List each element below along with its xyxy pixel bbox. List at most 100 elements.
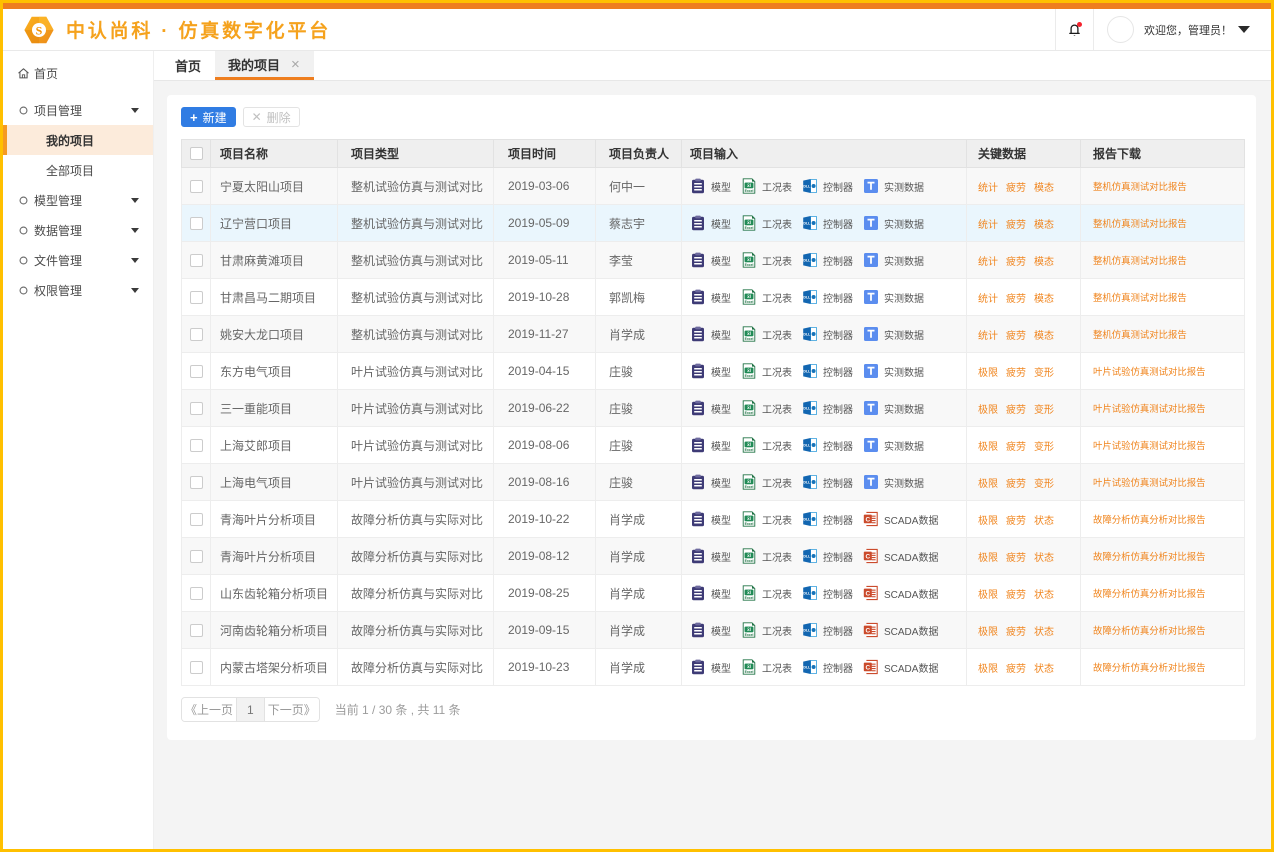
project-input-excel[interactable]: 工况表 — [741, 363, 792, 379]
project-input-dll[interactable]: 控制器 — [802, 215, 853, 231]
project-input-excel[interactable]: 工况表 — [741, 585, 792, 601]
key-data-link[interactable]: 状态 — [1034, 516, 1054, 527]
project-input-dll[interactable]: 控制器 — [802, 326, 853, 342]
key-data-link[interactable]: 疲劳 — [1006, 183, 1026, 194]
report-download-link[interactable]: 叶片试验仿真测试对比报告 — [1093, 403, 1206, 414]
project-input-model[interactable]: 模型 — [690, 326, 731, 342]
key-data-link[interactable]: 模态 — [1034, 294, 1054, 305]
key-data-link[interactable]: 状态 — [1034, 627, 1054, 638]
report-download-link[interactable]: 故障分析仿真分析对比报告 — [1093, 588, 1206, 599]
avatar[interactable] — [1107, 16, 1134, 43]
project-input-measured[interactable]: 实测数据 — [863, 178, 924, 194]
key-data-link[interactable]: 疲劳 — [1006, 220, 1026, 231]
report-download-link[interactable]: 整机仿真测试对比报告 — [1093, 218, 1187, 229]
project-input-dll[interactable]: 控制器 — [802, 178, 853, 194]
project-input-model[interactable]: 模型 — [690, 585, 731, 601]
row-checkbox[interactable] — [190, 550, 203, 563]
report-download-link[interactable]: 叶片试验仿真测试对比报告 — [1093, 477, 1206, 488]
project-input-measured[interactable]: 实测数据 — [863, 474, 924, 490]
row-checkbox[interactable] — [190, 661, 203, 674]
row-checkbox[interactable] — [190, 513, 203, 526]
project-input-dll[interactable]: 控制器 — [802, 437, 853, 453]
report-download-link[interactable]: 整机仿真测试对比报告 — [1093, 329, 1187, 340]
key-data-link[interactable]: 极限 — [978, 368, 998, 379]
row-checkbox[interactable] — [190, 587, 203, 600]
project-input-excel[interactable]: 工况表 — [741, 437, 792, 453]
key-data-link[interactable]: 疲劳 — [1006, 405, 1026, 416]
project-input-model[interactable]: 模型 — [690, 363, 731, 379]
project-input-measured[interactable]: 实测数据 — [863, 289, 924, 305]
project-input-model[interactable]: 模型 — [690, 252, 731, 268]
key-data-link[interactable]: 极限 — [978, 405, 998, 416]
key-data-link[interactable]: 疲劳 — [1006, 331, 1026, 342]
project-input-dll[interactable]: 控制器 — [802, 363, 853, 379]
key-data-link[interactable]: 变形 — [1034, 442, 1054, 453]
key-data-link[interactable]: 极限 — [978, 664, 998, 675]
project-input-dll[interactable]: 控制器 — [802, 585, 853, 601]
sidebar-subitem-1-1[interactable]: 全部项目 — [3, 155, 153, 185]
tab-1[interactable]: 我的项目× — [215, 51, 314, 80]
notifications-button[interactable] — [1055, 9, 1094, 50]
key-data-link[interactable]: 模态 — [1034, 257, 1054, 268]
row-checkbox[interactable] — [190, 365, 203, 378]
key-data-link[interactable]: 疲劳 — [1006, 442, 1026, 453]
delete-button[interactable]: ✕ 删除 — [243, 107, 300, 127]
project-input-scada[interactable]: SCADA数据 — [863, 511, 938, 527]
report-download-link[interactable]: 叶片试验仿真测试对比报告 — [1093, 440, 1206, 451]
key-data-link[interactable]: 模态 — [1034, 183, 1054, 194]
key-data-link[interactable]: 疲劳 — [1006, 368, 1026, 379]
project-input-dll[interactable]: 控制器 — [802, 474, 853, 490]
project-input-excel[interactable]: 工况表 — [741, 659, 792, 675]
project-input-model[interactable]: 模型 — [690, 437, 731, 453]
project-input-model[interactable]: 模型 — [690, 474, 731, 490]
project-input-model[interactable]: 模型 — [690, 548, 731, 564]
project-input-dll[interactable]: 控制器 — [802, 289, 853, 305]
project-input-scada[interactable]: SCADA数据 — [863, 548, 938, 564]
key-data-link[interactable]: 统计 — [978, 183, 998, 194]
select-all-checkbox[interactable] — [190, 147, 203, 160]
key-data-link[interactable]: 统计 — [978, 257, 998, 268]
project-input-excel[interactable]: 工况表 — [741, 289, 792, 305]
key-data-link[interactable]: 极限 — [978, 479, 998, 490]
current-page-button[interactable]: 1 — [236, 698, 265, 721]
project-input-scada[interactable]: SCADA数据 — [863, 622, 938, 638]
project-input-measured[interactable]: 实测数据 — [863, 363, 924, 379]
key-data-link[interactable]: 疲劳 — [1006, 664, 1026, 675]
key-data-link[interactable]: 疲劳 — [1006, 479, 1026, 490]
report-download-link[interactable]: 故障分析仿真分析对比报告 — [1093, 551, 1206, 562]
project-input-excel[interactable]: 工况表 — [741, 474, 792, 490]
project-input-model[interactable]: 模型 — [690, 400, 731, 416]
tab-close-icon[interactable]: × — [291, 56, 300, 73]
project-input-model[interactable]: 模型 — [690, 289, 731, 305]
project-input-model[interactable]: 模型 — [690, 511, 731, 527]
project-input-excel[interactable]: 工况表 — [741, 252, 792, 268]
sidebar-item-2[interactable]: 模型管理 — [3, 185, 153, 215]
prev-page-button[interactable]: 《上一页 — [182, 698, 236, 721]
report-download-link[interactable]: 叶片试验仿真测试对比报告 — [1093, 366, 1206, 377]
key-data-link[interactable]: 模态 — [1034, 220, 1054, 231]
key-data-link[interactable]: 状态 — [1034, 664, 1054, 675]
project-input-dll[interactable]: 控制器 — [802, 511, 853, 527]
project-input-excel[interactable]: 工况表 — [741, 622, 792, 638]
key-data-link[interactable]: 疲劳 — [1006, 294, 1026, 305]
key-data-link[interactable]: 疲劳 — [1006, 553, 1026, 564]
project-input-measured[interactable]: 实测数据 — [863, 437, 924, 453]
project-input-dll[interactable]: 控制器 — [802, 622, 853, 638]
project-input-dll[interactable]: 控制器 — [802, 548, 853, 564]
key-data-link[interactable]: 变形 — [1034, 368, 1054, 379]
project-input-scada[interactable]: SCADA数据 — [863, 659, 938, 675]
key-data-link[interactable]: 极限 — [978, 516, 998, 527]
sidebar-item-5[interactable]: 权限管理 — [3, 275, 153, 305]
key-data-link[interactable]: 变形 — [1034, 479, 1054, 490]
report-download-link[interactable]: 整机仿真测试对比报告 — [1093, 181, 1187, 192]
report-download-link[interactable]: 整机仿真测试对比报告 — [1093, 292, 1187, 303]
key-data-link[interactable]: 疲劳 — [1006, 590, 1026, 601]
project-input-measured[interactable]: 实测数据 — [863, 252, 924, 268]
row-checkbox[interactable] — [190, 624, 203, 637]
key-data-link[interactable]: 统计 — [978, 294, 998, 305]
key-data-link[interactable]: 疲劳 — [1006, 257, 1026, 268]
key-data-link[interactable]: 极限 — [978, 553, 998, 564]
key-data-link[interactable]: 变形 — [1034, 405, 1054, 416]
row-checkbox[interactable] — [190, 217, 203, 230]
key-data-link[interactable]: 统计 — [978, 220, 998, 231]
